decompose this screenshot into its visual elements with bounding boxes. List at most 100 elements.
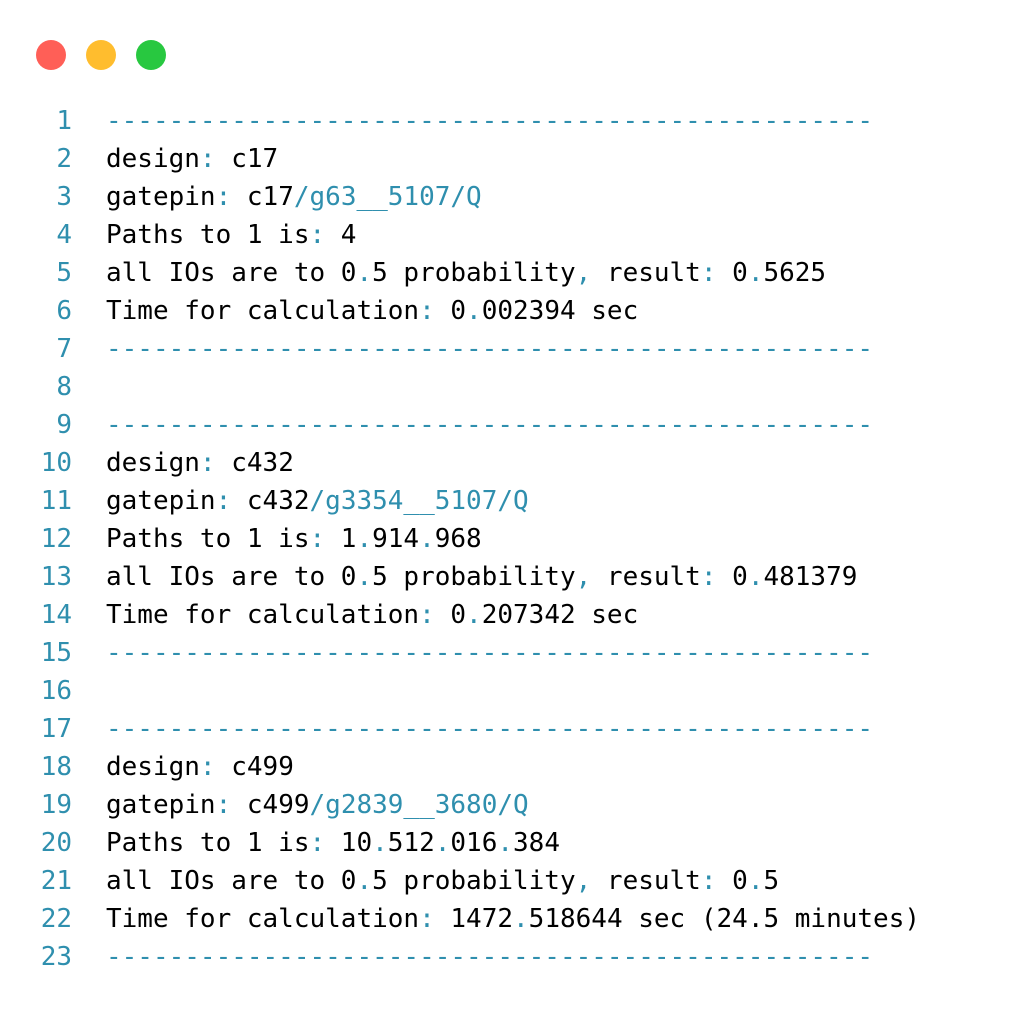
code-line: 7 ---------------------------------------… [0,330,1032,368]
code-punctuation: : [419,296,435,326]
code-punctuation: : [309,524,326,554]
line-number: 13 [40,562,72,592]
line-content: ----------------------------------------… [72,938,873,976]
code-punctuation: . [434,828,451,858]
code-text: design [106,448,200,478]
line-number: 22 [40,904,72,934]
line-content: gatepin: c432/g3354__5107/Q [72,482,529,520]
code-line: 22 Time for calculation: 1472.518644 sec … [0,900,1032,938]
code-punctuation: ----------------------------------------… [106,942,874,972]
line-number: 20 [40,828,72,858]
code-punctuation: : [309,220,326,250]
code-text: 512 [387,828,435,858]
code-line: 8 [0,368,1032,406]
code-punctuation: : [309,828,326,858]
code-text: gatepin [106,790,216,820]
code-text: 1 [325,524,357,554]
code-punctuation: /g2839__3680/Q [309,790,529,820]
code-line: 18 design: c499 [0,748,1032,786]
code-punctuation: . [356,524,373,554]
line-content: ----------------------------------------… [72,330,873,368]
code-punctuation: . [372,828,388,858]
line-content: ----------------------------------------… [72,634,873,672]
line-content: Paths to 1 is: 10.512.016.384 [72,824,560,862]
code-text: Paths to 1 is [106,220,310,250]
line-content [72,368,106,406]
code-punctuation: . [747,866,764,896]
code-text: result [591,866,701,896]
code-punctuation: , [575,258,592,288]
line-number: 15 [40,638,72,668]
code-text: 5 probability [372,258,576,288]
code-punctuation: . [747,562,764,592]
code-punctuation: ----------------------------------------… [106,638,874,668]
code-line: 16 [0,672,1032,710]
code-block: 1 ---------------------------------------… [0,102,1032,976]
line-number: 7 [56,334,72,364]
line-content: Time for calculation: 1472.518644 sec (2… [72,900,920,938]
code-text: 384 [513,828,560,858]
code-line: 20 Paths to 1 is: 10.512.016.384 [0,824,1032,862]
line-number: 17 [40,714,72,744]
line-content: design: c17 [72,140,278,178]
code-text: Time for calculation [106,296,420,326]
code-text: design [106,144,200,174]
code-punctuation: ----------------------------------------… [106,106,874,136]
code-line: 13 all IOs are to 0.5 probability, result… [0,558,1032,596]
line-content: design: c432 [72,444,294,482]
code-punctuation: : [199,752,216,782]
line-number: 19 [40,790,72,820]
close-button[interactable] [36,40,66,70]
line-number: 16 [40,676,72,706]
line-content: Paths to 1 is: 4 [72,216,356,254]
code-text: result [591,562,701,592]
line-number: 11 [40,486,72,516]
code-text: all IOs are to 0 [106,562,357,592]
code-text: all IOs are to 0 [106,258,357,288]
code-line: 23 --------------------------------------… [0,938,1032,976]
line-content [72,672,106,710]
code-punctuation: . [497,828,514,858]
line-content: all IOs are to 0.5 probability, result: … [72,254,826,292]
code-punctuation: : [419,600,435,630]
line-content: all IOs are to 0.5 probability, result: … [72,558,857,596]
line-number: 4 [56,220,72,250]
code-line: 12 Paths to 1 is: 1.914.968 [0,520,1032,558]
code-line: 17 --------------------------------------… [0,710,1032,748]
code-punctuation: . [513,904,529,934]
code-line: 2 design: c17 [0,140,1032,178]
code-text: 0 [434,296,467,326]
line-number: 5 [56,258,72,288]
code-line: 3 gatepin: c17/g63__5107/Q [0,178,1032,216]
code-line: 5 all IOs are to 0.5 probability, result:… [0,254,1032,292]
code-punctuation: : [700,866,717,896]
code-text: Time for calculation [106,904,420,934]
code-text: 1472 [434,904,514,934]
code-line: 4 Paths to 1 is: 4 [0,216,1032,254]
code-line: 1 ---------------------------------------… [0,102,1032,140]
code-punctuation: : [215,182,232,212]
line-number: 14 [40,600,72,630]
code-punctuation: . [419,524,435,554]
code-punctuation: /g3354__5107/Q [309,486,529,516]
code-text: c499 [215,752,294,782]
code-line: 11 gatepin: c432/g3354__5107/Q [0,482,1032,520]
line-content: gatepin: c499/g2839__3680/Q [72,786,529,824]
code-punctuation: . [466,600,482,630]
line-content: design: c499 [72,748,294,786]
line-content: Paths to 1 is: 1.914.968 [72,520,482,558]
minimize-button[interactable] [86,40,116,70]
line-number: 9 [56,410,72,440]
maximize-button[interactable] [136,40,166,70]
line-number: 10 [40,448,72,478]
code-text: 0 [434,600,467,630]
code-punctuation: /g63__5107/Q [293,182,482,212]
code-text: 4 [325,220,357,250]
code-text: 002394 sec [481,296,639,326]
code-text: c432 [231,486,310,516]
code-punctuation: ----------------------------------------… [106,334,874,364]
line-number: 21 [40,866,72,896]
code-text: 518644 sec (24.5 minutes) [528,904,921,934]
code-text: 481379 [763,562,858,592]
code-punctuation: . [747,258,764,288]
